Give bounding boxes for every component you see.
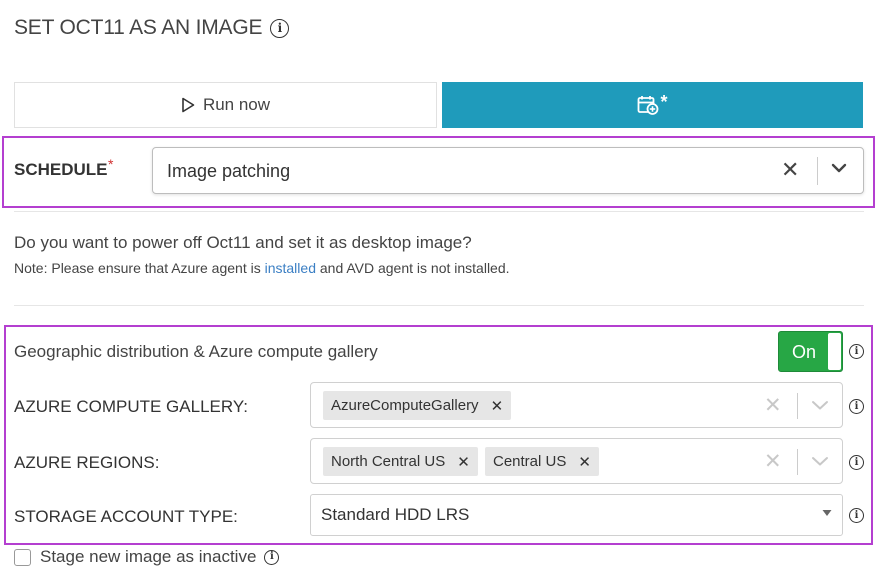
regions-label: AZURE REGIONS:	[14, 453, 160, 472]
storage-type-value: Standard HDD LRS	[321, 505, 470, 524]
power-off-question: Do you want to power off Oct11 and set i…	[14, 233, 472, 252]
region-chip-label: Central US	[493, 453, 567, 470]
info-icon[interactable]: i	[849, 508, 864, 523]
page-title: SET OCT11 AS AN IMAGE i	[14, 16, 290, 40]
toggle-knob	[828, 333, 841, 370]
regions-multiselect[interactable]: North Central US ✕ Central US ✕ ✕	[310, 438, 843, 484]
info-icon[interactable]: i	[849, 344, 864, 359]
clear-icon[interactable]: ✕	[764, 449, 782, 474]
required-mark: *	[108, 156, 114, 172]
stage-inactive-checkbox[interactable]	[14, 548, 31, 566]
agent-note-text: Note: Please ensure that Azure agent is	[14, 260, 265, 276]
region-chip: Central US ✕	[485, 447, 599, 476]
gallery-chip-label: AzureComputeGallery	[331, 397, 479, 414]
agent-note: Note: Please ensure that Azure agent is …	[14, 260, 510, 276]
stage-inactive-option: Stage new image as inactive i	[14, 547, 280, 567]
clear-icon[interactable]: ✕	[764, 393, 782, 418]
installed-link[interactable]: installed	[265, 260, 316, 276]
set-as-image-dialog: SET OCT11 AS AN IMAGE i Run now * SCHEDU…	[0, 0, 882, 585]
select-separator	[797, 449, 798, 475]
chevron-down-icon[interactable]	[831, 162, 847, 174]
chevron-down-icon[interactable]	[811, 399, 829, 411]
stage-inactive-label: Stage new image as inactive	[40, 547, 257, 566]
storage-type-label: STORAGE ACCOUNT TYPE:	[14, 507, 238, 526]
divider	[14, 305, 864, 306]
tab-run-now-label: Run now	[202, 95, 271, 114]
gallery-label: AZURE COMPUTE GALLERY:	[14, 397, 248, 416]
tab-schedule[interactable]: *	[442, 82, 863, 128]
schedule-select-value: Image patching	[167, 161, 291, 181]
select-separator	[817, 157, 818, 185]
select-separator	[797, 393, 798, 419]
remove-chip-icon[interactable]: ✕	[578, 453, 591, 471]
region-chip-label: North Central US	[331, 453, 446, 470]
tab-schedule-star: *	[660, 91, 668, 112]
calendar-add-icon	[638, 96, 659, 115]
geo-distribution-label: Geographic distribution & Azure compute …	[14, 342, 378, 361]
gallery-chip: AzureComputeGallery ✕	[323, 391, 512, 420]
chevron-down-icon[interactable]	[811, 455, 829, 467]
region-chip: North Central US ✕	[323, 447, 478, 476]
clear-icon[interactable]: ✕	[781, 157, 799, 183]
storage-type-select[interactable]: Standard HDD LRS	[310, 494, 843, 536]
toggle-on-label: On	[792, 342, 817, 362]
caret-down-icon	[822, 510, 832, 516]
play-outline-icon	[182, 97, 195, 113]
gallery-multiselect[interactable]: AzureComputeGallery ✕ ✕	[310, 382, 843, 428]
remove-chip-icon[interactable]: ✕	[491, 397, 504, 415]
agent-note-tail: and AVD agent is not installed.	[315, 260, 510, 276]
tab-run-now[interactable]: Run now	[14, 82, 437, 128]
info-icon[interactable]: i	[849, 399, 864, 414]
schedule-label: SCHEDULE	[14, 160, 108, 179]
info-icon[interactable]: i	[270, 18, 290, 38]
page-title-text: SET OCT11 AS AN IMAGE	[14, 16, 263, 39]
schedule-select[interactable]: Image patching ✕	[152, 147, 864, 194]
divider	[14, 211, 864, 212]
geo-distribution-toggle[interactable]: On	[778, 331, 843, 372]
info-icon[interactable]: i	[264, 549, 280, 565]
info-icon[interactable]: i	[849, 455, 864, 470]
remove-chip-icon[interactable]: ✕	[457, 453, 470, 471]
